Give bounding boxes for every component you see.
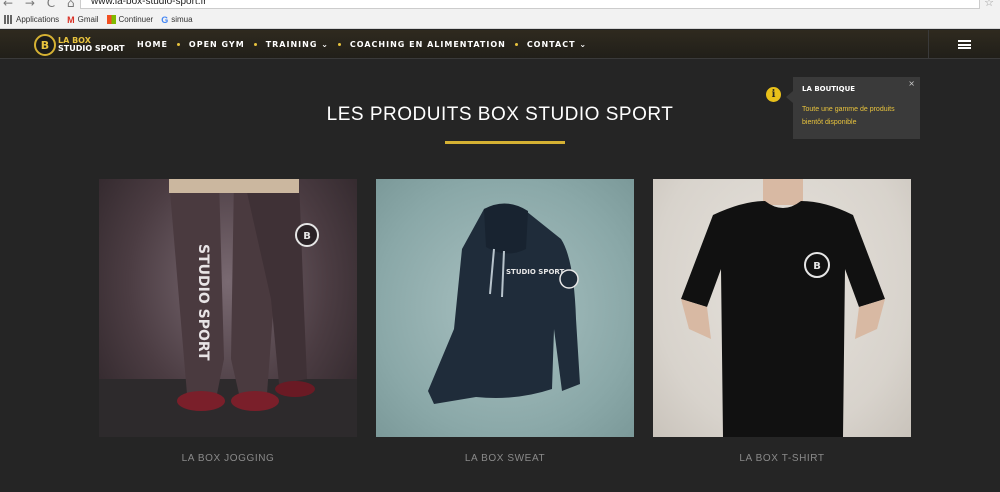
tshirt-illustration: B [681, 179, 885, 437]
product-image-tshirt[interactable]: B [653, 179, 911, 437]
logo-badge: B [34, 34, 56, 56]
menu-item-home[interactable]: HOME [137, 40, 168, 49]
jogging-print-text: STUDIO SPORT [195, 244, 211, 361]
notification-title: LA BOUTIQUE [802, 85, 856, 93]
sweat-illustration: STUDIO SPORT [428, 203, 580, 404]
notification-panel: LA BOUTIQUE Toute une gamme de produits … [793, 77, 920, 139]
hamburger-menu-button[interactable] [928, 30, 1000, 59]
bookmark-label: Continuer [118, 15, 154, 24]
menu-item-open-gym[interactable]: OPEN GYM [189, 40, 245, 49]
bookmark-applications[interactable]: Applications [4, 15, 59, 24]
bookmark-gmail[interactable]: M Gmail [67, 15, 99, 25]
sweat-print-text: STUDIO SPORT [506, 268, 565, 276]
product-label-sweat[interactable]: LA BOX SWEAT [376, 453, 634, 464]
bookmarks-bar: Applications M Gmail Continuer G simua [0, 11, 1000, 29]
google-icon: G [161, 15, 169, 25]
microsoft-icon [106, 15, 116, 24]
gmail-icon: M [67, 15, 75, 25]
svg-text:B: B [813, 261, 821, 272]
bookmark-star-icon[interactable]: ☆ [984, 0, 994, 9]
svg-text:B: B [303, 231, 311, 242]
info-icon: i [766, 87, 781, 102]
bookmark-label: Applications [16, 15, 60, 24]
product-label-tshirt[interactable]: LA BOX T-SHIRT [653, 453, 911, 464]
menu-separator [514, 43, 518, 46]
product-image-jogging[interactable]: B STUDIO SPORT [99, 179, 357, 437]
address-bar[interactable]: www.la-box-studio-sport.fr [80, 0, 980, 9]
menu-separator [337, 43, 341, 46]
bookmark-label: simua [171, 15, 193, 24]
notification-pointer [786, 91, 793, 103]
browser-toolbar: ← → C ⌂ www.la-box-studio-sport.fr ☆ [0, 0, 1000, 11]
main-menu: HOME OPEN GYM TRAINING ⌄ COACHING EN ALI… [137, 30, 587, 59]
site-logo[interactable]: B LA BOX STUDIO SPORT [34, 34, 125, 56]
product-label-jogging[interactable]: LA BOX JOGGING [99, 453, 357, 464]
browser-nav-buttons[interactable]: ← → C ⌂ [3, 0, 79, 10]
product-image-sweat[interactable]: STUDIO SPORT [376, 179, 634, 437]
apps-grid-icon [4, 15, 13, 24]
menu-item-coaching[interactable]: COACHING EN ALIMENTATION [350, 40, 506, 49]
bookmark-label: Gmail [77, 15, 99, 24]
menu-separator [253, 43, 257, 46]
jogging-illustration: B STUDIO SPORT [99, 179, 357, 437]
title-underline [445, 141, 565, 144]
menu-item-contact[interactable]: CONTACT ⌄ [527, 40, 587, 49]
logo-text: LA BOX STUDIO SPORT [58, 37, 125, 53]
logo-line-2: STUDIO SPORT [58, 44, 125, 53]
menu-item-training[interactable]: TRAINING ⌄ [266, 40, 329, 49]
bookmark-continuer[interactable]: Continuer [106, 15, 154, 24]
notification-body: Toute une gamme de produits bientôt disp… [802, 106, 895, 126]
close-icon[interactable]: × [908, 79, 915, 88]
hamburger-icon [958, 40, 971, 49]
site-navbar: B LA BOX STUDIO SPORT HOME OPEN GYM TRAI… [0, 30, 1000, 59]
menu-separator [176, 43, 180, 46]
bookmark-simua[interactable]: G simua [161, 15, 193, 25]
